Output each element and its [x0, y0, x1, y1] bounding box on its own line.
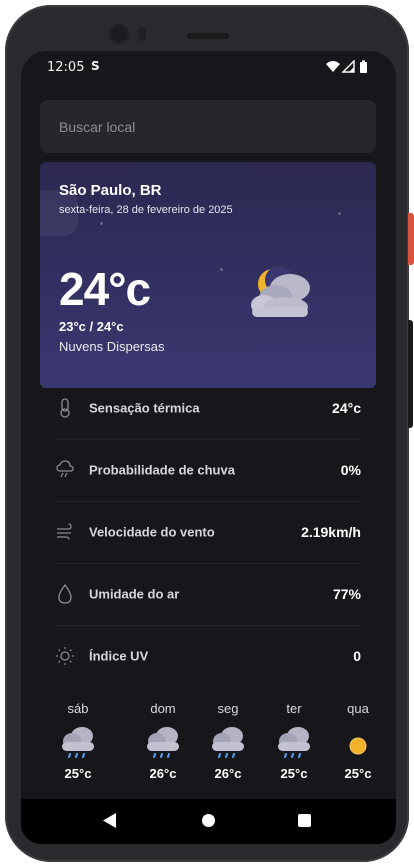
detail-row-feels-like: Sensação térmica 24°c [56, 377, 361, 440]
power-button[interactable] [408, 213, 414, 265]
forecast-day[interactable]: seg 26°c [201, 701, 255, 781]
droplet-icon [56, 583, 74, 604]
sensor [138, 27, 146, 41]
front-camera [112, 27, 126, 41]
detail-value: 0 [353, 648, 361, 664]
sun-icon [56, 646, 74, 666]
wind-icon [56, 522, 74, 542]
search-input[interactable] [40, 100, 376, 153]
sun-icon [338, 724, 378, 762]
current-temperature: 24°c [59, 263, 151, 315]
status-bar: 12:05 S [21, 51, 396, 85]
earpiece-speaker [187, 33, 229, 39]
detail-row-rain: Probabilidade de chuva 0% [56, 439, 361, 502]
detail-label: Sensação térmica [89, 400, 200, 416]
status-icons [326, 59, 372, 78]
forecast-temp: 25°c [344, 766, 372, 781]
status-time: 12:05 [47, 60, 85, 75]
detail-value: 24°c [332, 400, 361, 416]
detail-row-wind: Velocidade do vento 2.19km/h [56, 501, 361, 564]
forecast-temp: 25°c [280, 766, 308, 781]
thermometer-icon [56, 398, 74, 418]
weather-description: Nuvens Dispersas [59, 339, 165, 354]
detail-value: 0% [340, 462, 361, 478]
temperature-range: 23°c / 24°c [59, 319, 124, 334]
recents-icon[interactable] [298, 814, 311, 827]
signal-icon [341, 59, 355, 73]
detail-row-uv: Índice UV 0 [56, 625, 361, 687]
detail-label: Umidade do ar [89, 586, 180, 602]
forecast-day-name: seg [217, 701, 239, 716]
forecast-temp: 26°c [214, 766, 242, 781]
detail-label: Índice UV [89, 648, 149, 664]
rain-cloud-icon [274, 724, 314, 762]
moon-cloud-icon [242, 260, 317, 325]
forecast-day[interactable]: ter 25°c [267, 701, 321, 781]
rain-cloud-icon [58, 724, 98, 762]
current-weather-card: São Paulo, BR sexta-feira, 28 de feverei… [40, 162, 376, 388]
system-nav-bar [21, 799, 396, 844]
app-screen: 12:05 S São Paulo, BR [21, 51, 396, 844]
daily-forecast: sáb 25°c dom 26°c seg 26°c ter 25°c qua … [41, 701, 376, 801]
volume-button[interactable] [408, 320, 413, 428]
detail-value: 77% [332, 586, 361, 602]
home-icon[interactable] [202, 814, 215, 827]
forecast-day[interactable]: sáb 25°c [51, 701, 105, 781]
forecast-day[interactable]: dom 26°c [136, 701, 190, 781]
detail-value: 2.19km/h [301, 524, 361, 540]
city-name: São Paulo, BR [59, 182, 162, 199]
forecast-day-name: dom [150, 701, 176, 716]
forecast-day-name: sáb [67, 701, 89, 716]
star-dot [100, 222, 103, 225]
rain-cloud-icon [56, 460, 74, 480]
back-icon[interactable] [103, 813, 117, 832]
forecast-day[interactable]: qua 25°c [331, 701, 385, 781]
forecast-day-name: ter [286, 701, 302, 716]
detail-label: Probabilidade de chuva [89, 462, 235, 478]
star-dot [220, 268, 223, 271]
app-badge-icon: S [91, 59, 100, 73]
forecast-temp: 25°c [64, 766, 92, 781]
rain-cloud-icon [208, 724, 248, 762]
forecast-day-name: qua [347, 701, 369, 716]
detail-row-humidity: Umidade do ar 77% [56, 563, 361, 626]
star-dot [338, 212, 341, 215]
rain-cloud-icon [143, 724, 183, 762]
current-date: sexta-feira, 28 de fevereiro de 2025 [59, 204, 233, 216]
detail-label: Velocidade do vento [89, 524, 215, 540]
forecast-temp: 26°c [149, 766, 177, 781]
battery-icon [360, 60, 367, 73]
wifi-icon [326, 61, 340, 72]
